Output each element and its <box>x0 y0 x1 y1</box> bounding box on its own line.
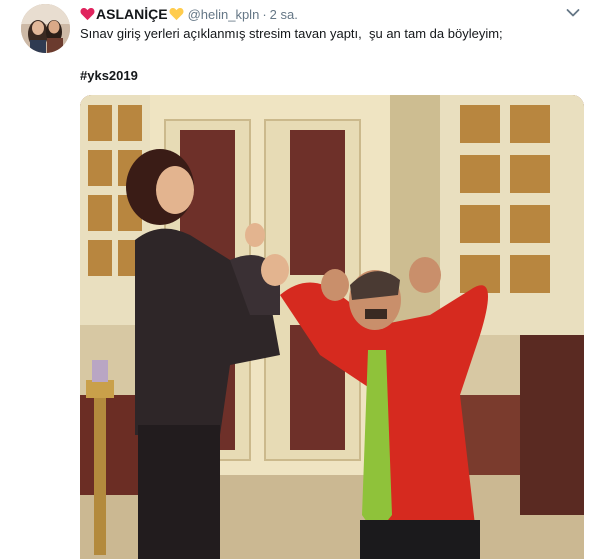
chevron-down-icon[interactable] <box>566 8 580 18</box>
display-name[interactable]: ASLANİÇE <box>96 6 168 22</box>
red-heart-icon <box>80 8 95 21</box>
avatar[interactable] <box>21 4 70 53</box>
tweet-header: ASLANİÇE @helin_kpln · 2 sa. <box>80 5 298 23</box>
hashtag[interactable]: #yks2019 <box>80 68 138 83</box>
meta-separator: · <box>262 6 267 22</box>
tweet-text: Sınav giriş yerleri açıklanmış stresim t… <box>80 26 503 41</box>
yellow-heart-icon <box>169 8 184 21</box>
tweet-timestamp[interactable]: 2 sa. <box>270 7 298 22</box>
media-image <box>80 95 584 559</box>
user-handle[interactable]: @helin_kpln <box>188 7 260 22</box>
tweet-media[interactable] <box>80 95 584 559</box>
avatar-photo <box>21 4 70 53</box>
tweet[interactable]: ASLANİÇE @helin_kpln · 2 sa. Sınav giriş… <box>0 0 589 559</box>
